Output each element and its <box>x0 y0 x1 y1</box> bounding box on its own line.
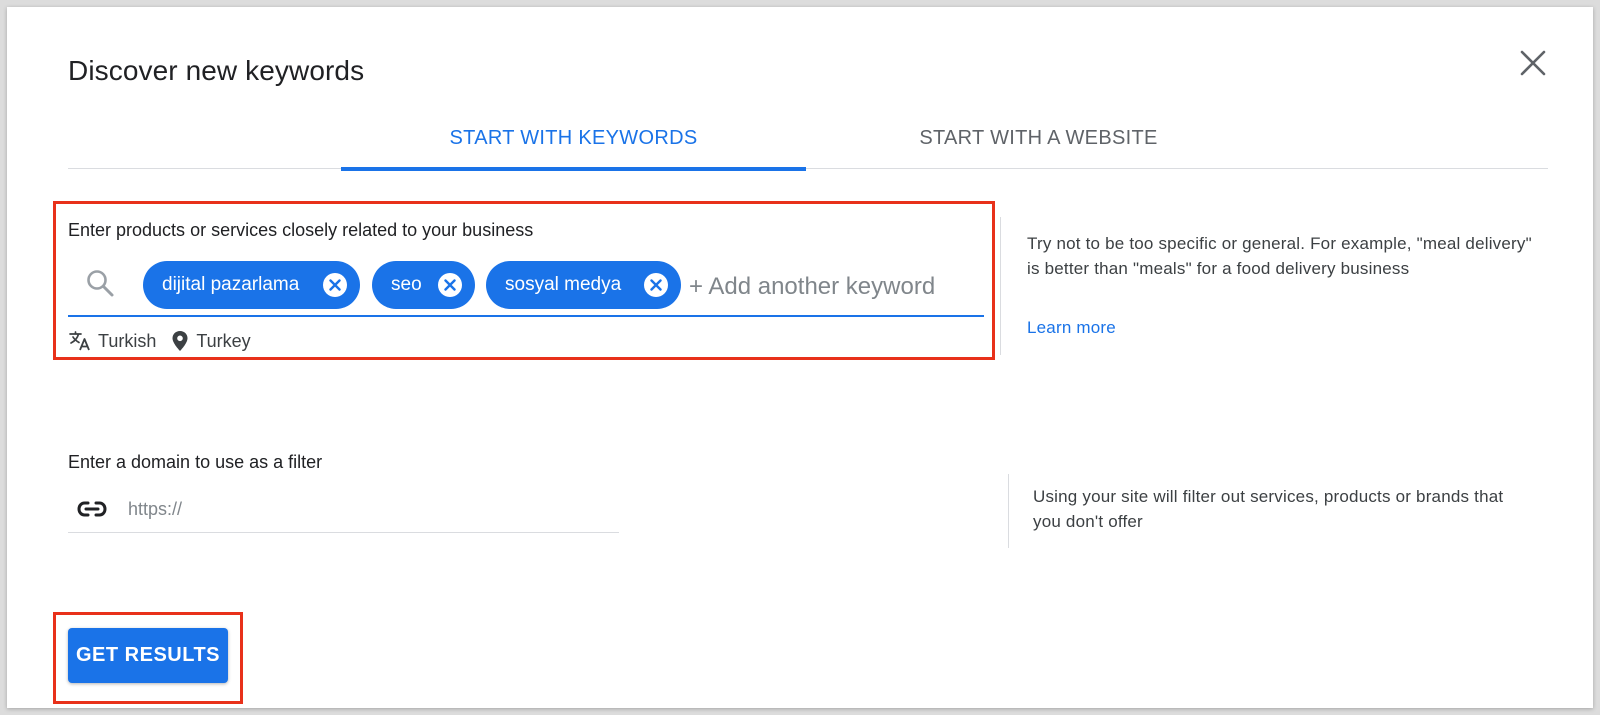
close-circle-icon <box>650 279 662 291</box>
keywords-hint-text: Try not to be too specific or general. F… <box>1027 234 1532 278</box>
language-location-row: Turkish Turkey <box>68 327 251 355</box>
keyword-chip: dijital pazarlama <box>143 261 360 309</box>
keywords-input-field[interactable]: dijital pazarlama seo sosyal medya <box>68 257 984 317</box>
close-circle-icon <box>329 279 341 291</box>
dialog-title: Discover new keywords <box>68 55 365 86</box>
language-label: Turkish <box>98 330 157 351</box>
translate-icon <box>69 331 90 351</box>
tab-start-with-keywords[interactable]: START WITH KEYWORDS <box>341 107 806 171</box>
discover-keywords-dialog: Discover new keywords START WITH KEYWORD… <box>7 7 1593 708</box>
learn-more-link[interactable]: Learn more <box>1027 318 1116 338</box>
tab-bar: START WITH KEYWORDS START WITH A WEBSITE <box>68 107 1548 171</box>
keyword-chip: sosyal medya <box>486 261 681 309</box>
link-icon <box>77 501 107 517</box>
get-results-button[interactable]: GET RESULTS <box>68 628 228 683</box>
keyword-chip: seo <box>372 261 475 309</box>
domain-filter-label: Enter a domain to use as a filter <box>68 452 323 472</box>
close-icon <box>1520 50 1546 76</box>
remove-chip-button[interactable] <box>438 273 462 297</box>
tab-label: START WITH KEYWORDS <box>449 126 698 149</box>
remove-chip-button[interactable] <box>644 273 668 297</box>
language-selector[interactable]: Turkish <box>68 329 156 353</box>
keywords-label: Enter products or services closely relat… <box>68 220 534 240</box>
close-button[interactable] <box>1519 49 1547 77</box>
chip-label: sosyal medya <box>505 274 622 295</box>
location-pin-icon <box>172 331 188 351</box>
tab-start-with-website[interactable]: START WITH A WEBSITE <box>806 107 1271 169</box>
location-label: Turkey <box>196 330 251 351</box>
domain-input[interactable] <box>128 495 608 523</box>
domain-filter-field <box>68 483 619 533</box>
divider <box>1008 474 1009 548</box>
remove-chip-button[interactable] <box>323 273 347 297</box>
add-keyword-input[interactable] <box>689 271 979 303</box>
divider <box>1000 217 1001 355</box>
chip-label: seo <box>391 274 422 295</box>
close-circle-icon <box>444 279 456 291</box>
search-icon <box>87 270 114 297</box>
domain-hint-text: Using your site will filter out services… <box>1033 487 1504 531</box>
chip-label: dijital pazarlama <box>162 274 300 295</box>
tab-label: START WITH A WEBSITE <box>919 126 1158 149</box>
location-selector[interactable]: Turkey <box>170 329 251 353</box>
